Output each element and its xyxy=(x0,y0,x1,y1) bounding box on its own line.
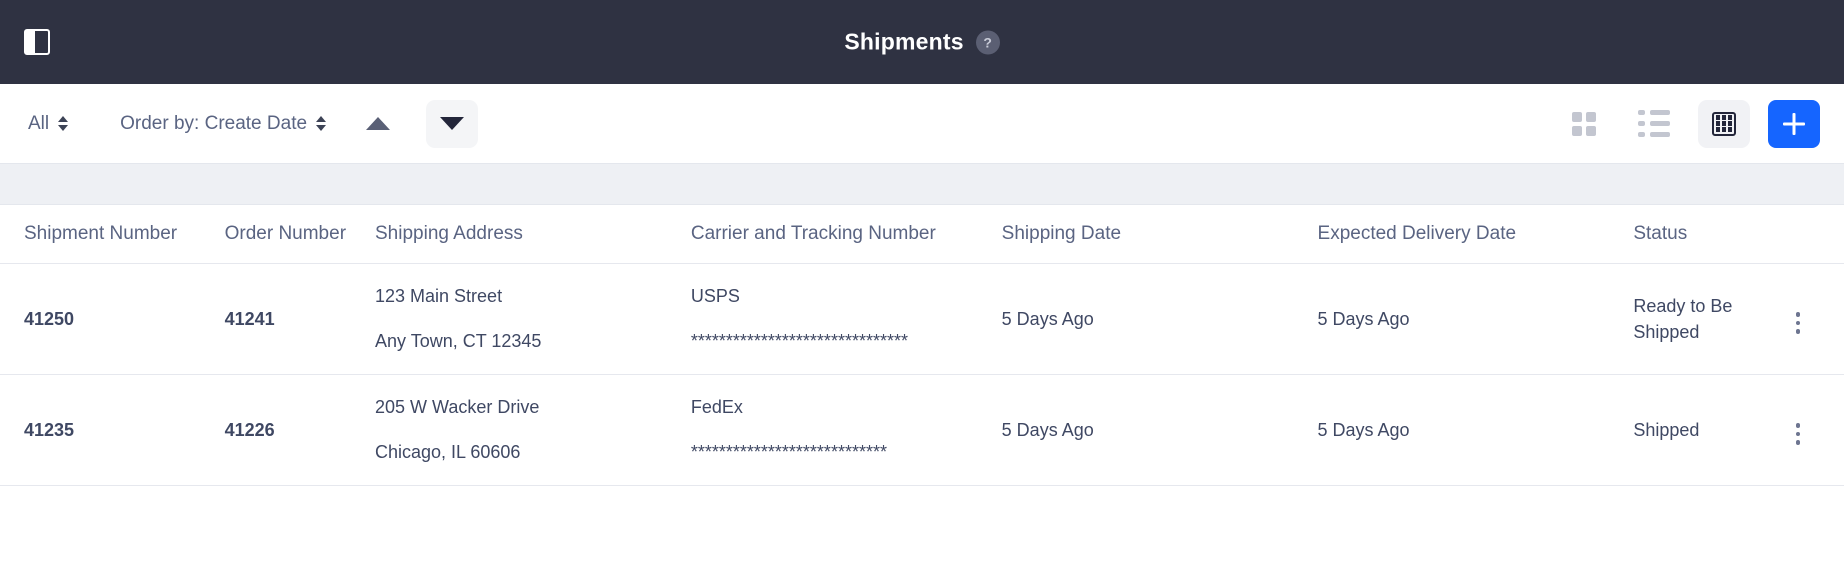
tracking-number-masked: ******************************* xyxy=(690,331,908,351)
cell-shipping-date: 5 Days Ago xyxy=(1001,263,1318,375)
address-line-1: 123 Main Street xyxy=(375,286,503,306)
triangle-down-icon xyxy=(440,117,465,130)
row-menu-icon[interactable] xyxy=(1792,308,1805,338)
help-icon[interactable]: ? xyxy=(975,30,1000,54)
cell-expected-delivery-date: 5 Days Ago xyxy=(1317,263,1634,375)
cell-row-actions xyxy=(1783,263,1844,375)
cell-carrier-tracking: FedEx **************************** xyxy=(690,374,1002,486)
cell-shipment-number: 41250 xyxy=(0,263,225,375)
table-body: 41250 41241 123 Main Street Any Town, CT… xyxy=(0,263,1844,486)
chevron-updown-icon xyxy=(58,116,69,131)
sort-descending-button[interactable] xyxy=(426,99,479,148)
address-line-1: 205 W Wacker Drive xyxy=(375,397,540,417)
column-header-expected-delivery-date[interactable]: Expected Delivery Date xyxy=(1317,205,1634,264)
column-header-shipping-address[interactable]: Shipping Address xyxy=(375,205,691,264)
table-row[interactable]: 41250 41241 123 Main Street Any Town, CT… xyxy=(0,263,1844,375)
cell-status: Shipped xyxy=(1633,374,1784,486)
cell-order-number: 41226 xyxy=(224,374,375,486)
filter-select[interactable]: All xyxy=(24,107,72,141)
row-menu-icon[interactable] xyxy=(1792,419,1805,449)
table-header-row: Shipment Number Order Number Shipping Ad… xyxy=(0,205,1844,264)
chevron-updown-icon xyxy=(316,116,327,131)
toolbar: All Order by: Create Date xyxy=(0,84,1844,163)
view-list-button[interactable] xyxy=(1628,100,1680,148)
shipments-table: Shipment Number Order Number Shipping Ad… xyxy=(0,205,1844,486)
cell-shipping-address: 123 Main Street Any Town, CT 12345 xyxy=(375,263,691,375)
cell-shipment-number: 41235 xyxy=(0,374,225,486)
header-center: Shipments ? xyxy=(0,29,1844,56)
cell-shipping-date: 5 Days Ago xyxy=(1001,374,1318,486)
sort-ascending-button[interactable] xyxy=(352,100,404,148)
tracking-number-masked: **************************** xyxy=(690,442,887,462)
table-row[interactable]: 41235 41226 205 W Wacker Drive Chicago, … xyxy=(0,374,1844,486)
list-view-icon xyxy=(1638,110,1670,137)
cell-row-actions xyxy=(1783,374,1844,486)
column-header-order-number[interactable]: Order Number xyxy=(224,205,375,264)
carrier-name: USPS xyxy=(690,286,740,306)
cell-shipping-address: 205 W Wacker Drive Chicago, IL 60606 xyxy=(375,374,691,486)
column-header-shipment-number[interactable]: Shipment Number xyxy=(0,205,225,264)
column-header-actions xyxy=(1783,205,1844,264)
filter-select-label: All xyxy=(28,112,50,134)
cell-carrier-tracking: USPS ******************************* xyxy=(690,263,1002,375)
app-header: Shipments ? xyxy=(0,0,1844,84)
toolbar-right-group xyxy=(1558,99,1820,148)
address-line-2: Chicago, IL 60606 xyxy=(375,442,521,462)
carrier-name: FedEx xyxy=(690,397,743,417)
view-grid-button[interactable] xyxy=(1558,100,1610,148)
column-header-shipping-date[interactable]: Shipping Date xyxy=(1001,205,1318,264)
shipments-table-container: Shipment Number Order Number Shipping Ad… xyxy=(0,205,1844,486)
page-title: Shipments xyxy=(844,28,964,55)
column-header-carrier-tracking[interactable]: Carrier and Tracking Number xyxy=(690,205,1002,264)
order-by-select-label: Order by: Create Date xyxy=(120,112,308,134)
cell-status: Ready to Be Shipped xyxy=(1633,263,1784,375)
address-line-2: Any Town, CT 12345 xyxy=(375,331,542,351)
triangle-up-icon xyxy=(366,117,391,130)
cell-order-number: 41241 xyxy=(224,263,375,375)
table-header: Shipment Number Order Number Shipping Ad… xyxy=(0,205,1844,264)
add-shipment-button[interactable] xyxy=(1768,99,1820,148)
column-header-status[interactable]: Status xyxy=(1633,205,1784,264)
table-view-icon xyxy=(1712,111,1736,136)
grid-view-icon xyxy=(1572,111,1596,136)
toolbar-left-group: All Order by: Create Date xyxy=(24,99,479,148)
toolbar-divider-band xyxy=(0,163,1844,205)
order-by-select[interactable]: Order by: Create Date xyxy=(116,107,330,141)
cell-expected-delivery-date: 5 Days Ago xyxy=(1317,374,1634,486)
view-table-button[interactable] xyxy=(1698,99,1750,148)
